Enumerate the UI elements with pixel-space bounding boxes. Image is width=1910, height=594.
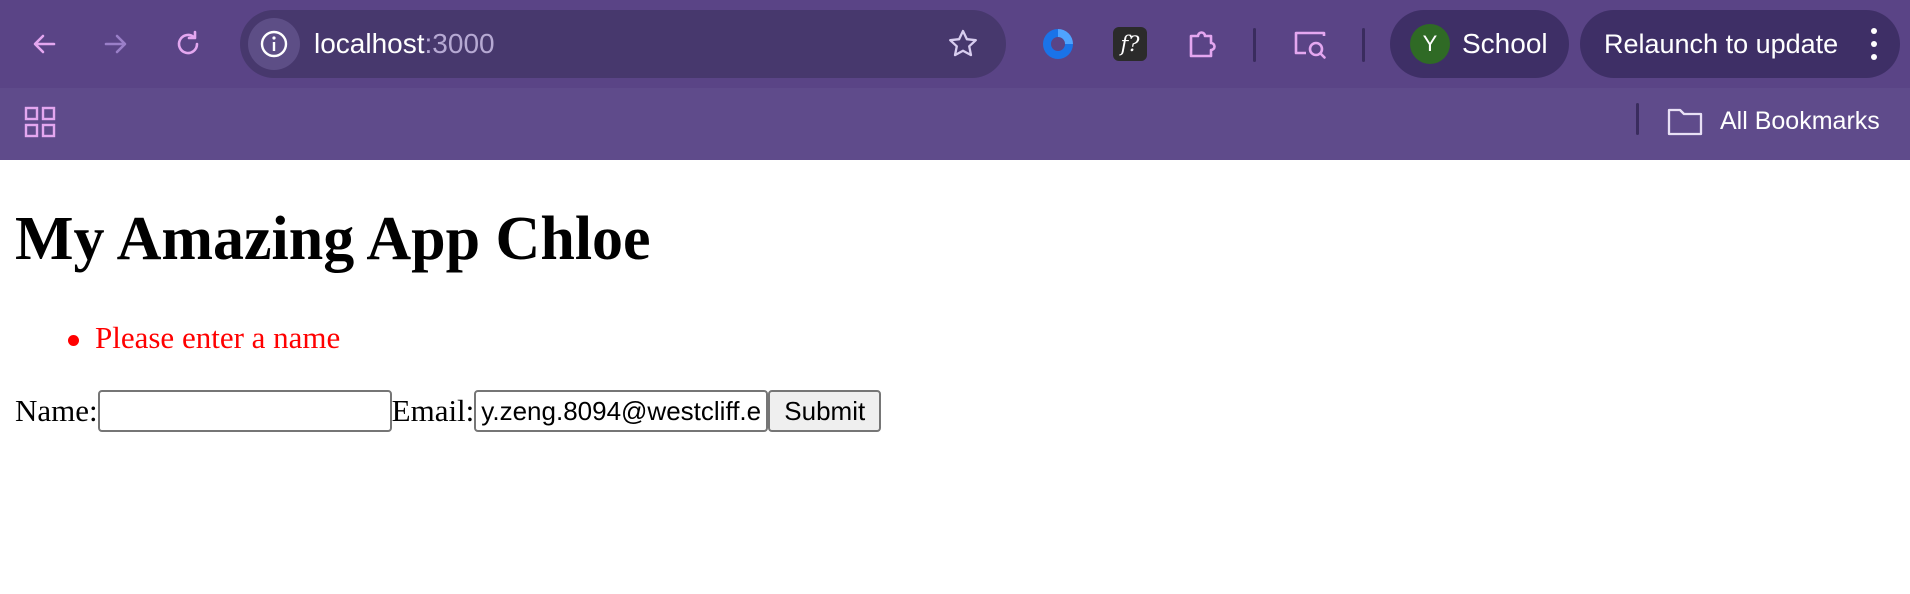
extensions-menu-button[interactable] <box>1180 22 1224 66</box>
reading-mode-button[interactable] <box>1288 22 1332 66</box>
reload-icon <box>177 30 199 55</box>
folder-icon <box>1667 108 1703 136</box>
avatar: Y <box>1410 24 1450 64</box>
site-info-button[interactable] <box>248 18 300 70</box>
email-input[interactable] <box>474 390 769 432</box>
puzzle-extensions-icon <box>1189 31 1216 58</box>
bookmarks-separator <box>1636 103 1639 135</box>
toolbar-separator <box>1362 28 1365 62</box>
info-icon <box>260 30 288 58</box>
submit-button[interactable]: Submit <box>768 390 882 432</box>
profile-button[interactable]: Y School <box>1390 10 1569 78</box>
back-button[interactable] <box>20 20 68 68</box>
more-menu-icon[interactable] <box>1868 28 1880 62</box>
relaunch-button[interactable]: Relaunch to update <box>1580 10 1900 78</box>
arrow-right-icon <box>104 34 127 54</box>
arrow-left-icon <box>33 34 56 54</box>
relaunch-label: Relaunch to update <box>1604 29 1839 59</box>
error-list: Please enter a name <box>68 320 340 356</box>
name-input[interactable] <box>97 390 392 432</box>
bookmarks-bar: All Bookmarks <box>0 88 1910 160</box>
name-label: Name: <box>15 393 98 428</box>
email-label: Email: <box>391 393 475 428</box>
address-bar[interactable]: localhost:3000 <box>240 10 1006 78</box>
toolbar-separator <box>1253 28 1256 62</box>
signup-form: Name: Email: Submit <box>15 389 882 433</box>
reload-button[interactable] <box>164 20 212 68</box>
browser-chrome: localhost:3000 f? Y School Relaunch to u… <box>0 0 1910 160</box>
reading-search-icon <box>1294 31 1326 59</box>
error-message: Please enter a name <box>68 320 340 356</box>
forward-button[interactable] <box>92 20 140 68</box>
all-bookmarks-button[interactable]: All Bookmarks <box>1666 96 1880 146</box>
function-help-extension-icon: f? <box>1113 27 1147 61</box>
url-host: localhost <box>314 28 425 59</box>
page-title: My Amazing App Chloe <box>15 205 651 273</box>
all-bookmarks-label: All Bookmarks <box>1720 106 1880 135</box>
url-port: :3000 <box>424 28 495 59</box>
profile-name: School <box>1462 28 1548 59</box>
apps-grid-icon[interactable] <box>20 102 60 142</box>
page-content: My Amazing App Chloe Please enter a name… <box>0 160 1910 594</box>
extension-button-1[interactable] <box>1036 22 1080 66</box>
browser-toolbar: localhost:3000 f? Y School Relaunch to u… <box>0 0 1910 88</box>
bookmark-star-icon[interactable] <box>946 27 980 61</box>
blue-swirl-extension-icon <box>1043 29 1073 59</box>
extension-button-2[interactable]: f? <box>1108 22 1152 66</box>
url-text[interactable]: localhost:3000 <box>314 10 495 78</box>
